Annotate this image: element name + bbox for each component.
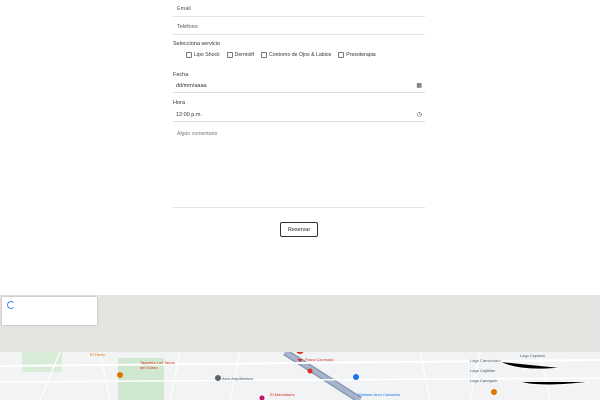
email-field[interactable]: Email [173,2,425,17]
calendar-icon[interactable]: ▦ [416,82,422,89]
checkbox-icon[interactable] [260,52,267,58]
service-option-label: Lipo Shock [194,52,220,58]
service-option-label: Dermolif [234,52,254,58]
loading-spinner-icon [7,301,15,309]
comment-textarea[interactable]: Algún comentario [173,128,425,208]
date-label: Fecha [173,72,189,78]
reserve-button[interactable]: Reservar [280,222,318,237]
map-poi-icon [353,374,359,380]
service-option[interactable]: Presoterapia [338,52,376,58]
service-options: Lipo Shock Dermolif Contorno de Ojos & L… [186,52,376,58]
time-value: 12:00 p.m. [176,112,202,118]
time-input[interactable]: 12:00 p.m. ◷ [173,111,425,122]
comment-placeholder: Algún comentario [177,131,218,137]
map-pin-icon[interactable] [296,352,304,362]
phone-placeholder: Teléfono [177,24,198,30]
phone-field[interactable]: Teléfono [173,21,425,35]
service-label: Selecciona servicio [173,41,221,47]
service-option-label: Presoterapia [346,52,376,58]
checkbox-icon[interactable] [186,52,192,58]
checkbox-icon[interactable] [338,52,345,58]
map-poi-icon [491,389,497,395]
email-placeholder: Email [177,6,191,12]
service-option-label: Contorno de Ojos & Labios [268,52,332,58]
service-option[interactable]: Contorno de Ojos & Labios [260,52,332,58]
map-info-card [2,297,97,325]
map-markers [117,352,497,400]
map-poi-icon [117,372,123,378]
map-poi-icon [307,368,313,374]
date-placeholder: dd/mm/aaaa [176,83,207,89]
map-tiles[interactable]: El Farito Taquería Los Tacos del Güero A… [0,352,600,400]
time-label: Hora [173,100,185,106]
service-option[interactable]: Lipo Shock [186,52,220,58]
service-option[interactable]: Dermolif [226,52,254,58]
date-input[interactable]: dd/mm/aaaa ▦ [173,82,425,93]
checkbox-icon[interactable] [226,52,233,58]
clock-icon[interactable]: ◷ [417,111,422,118]
map-poi-icon [215,375,221,381]
map-poi-icon [259,395,265,400]
